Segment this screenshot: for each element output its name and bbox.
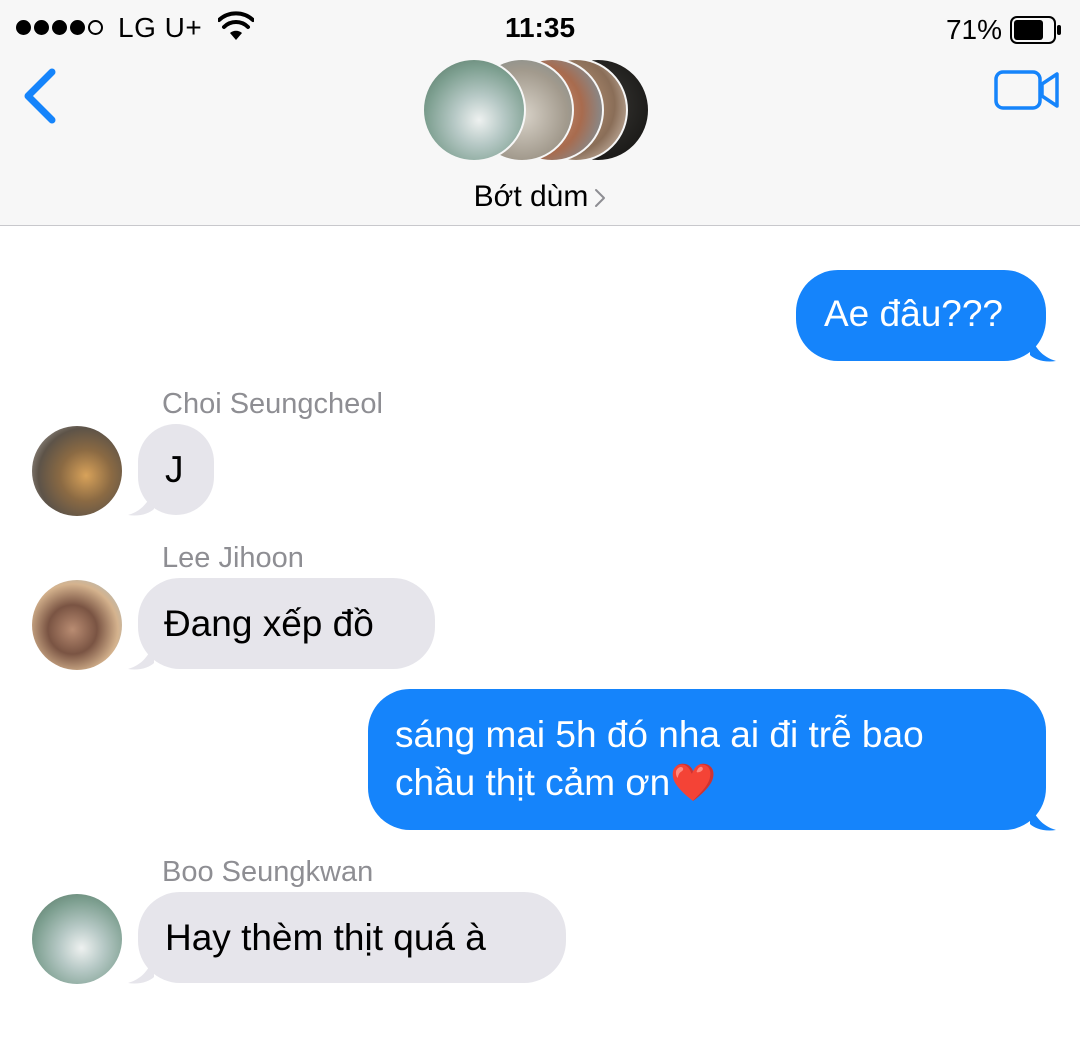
message-text-line: chầu thịt cảm ơn❤️: [395, 762, 717, 803]
status-bar: LG U+ 11:35 71%: [0, 0, 1080, 56]
sender-avatar[interactable]: [32, 894, 122, 984]
bubble-tail: [1030, 802, 1056, 831]
group-member-avatar: [422, 58, 526, 162]
bubble-tail: [128, 955, 154, 984]
bubble-tail: [128, 487, 154, 516]
sender-avatar[interactable]: [32, 580, 122, 670]
sender-name: Choi Seungcheol: [162, 388, 383, 420]
outgoing-message-bubble[interactable]: sáng mai 5h đó nha ai đi trễ bao chầu th…: [368, 689, 1046, 830]
status-time: 11:35: [504, 12, 576, 43]
bubble-tail: [128, 641, 154, 670]
group-avatar-stack[interactable]: [422, 56, 658, 164]
message-text: J: [165, 449, 184, 490]
chevron-right-icon: [595, 189, 606, 208]
heart-emoji-icon: ❤️: [670, 762, 717, 803]
battery-icon: [1010, 16, 1061, 44]
message-text-line: sáng mai 5h đó nha ai đi trễ bao: [395, 714, 924, 755]
bubble-tail: [1030, 333, 1056, 362]
message-text: Hay thèm thịt quá à: [165, 917, 486, 958]
message-text: Đang xếp đồ: [164, 603, 374, 644]
conversation-title-text: Bớt dùm: [473, 180, 589, 213]
message-text: Ae đâu???: [824, 293, 1004, 334]
sender-name: Lee Jihoon: [162, 542, 304, 574]
battery-percentage: 71%: [945, 14, 1002, 45]
conversation-title[interactable]: Bớt dùm: [0, 180, 1080, 214]
conversation-header: LG U+ 11:35 71% Bớt dùm: [0, 0, 1080, 226]
incoming-message-bubble[interactable]: Hay thèm thịt quá à: [138, 892, 566, 983]
sender-avatar[interactable]: [32, 426, 122, 516]
incoming-message-bubble[interactable]: Đang xếp đồ: [138, 578, 435, 669]
video-camera-icon[interactable]: [994, 68, 1060, 112]
outgoing-message-bubble[interactable]: Ae đâu???: [796, 270, 1046, 361]
sender-name: Boo Seungkwan: [162, 856, 374, 888]
back-chevron-icon[interactable]: [18, 66, 62, 126]
